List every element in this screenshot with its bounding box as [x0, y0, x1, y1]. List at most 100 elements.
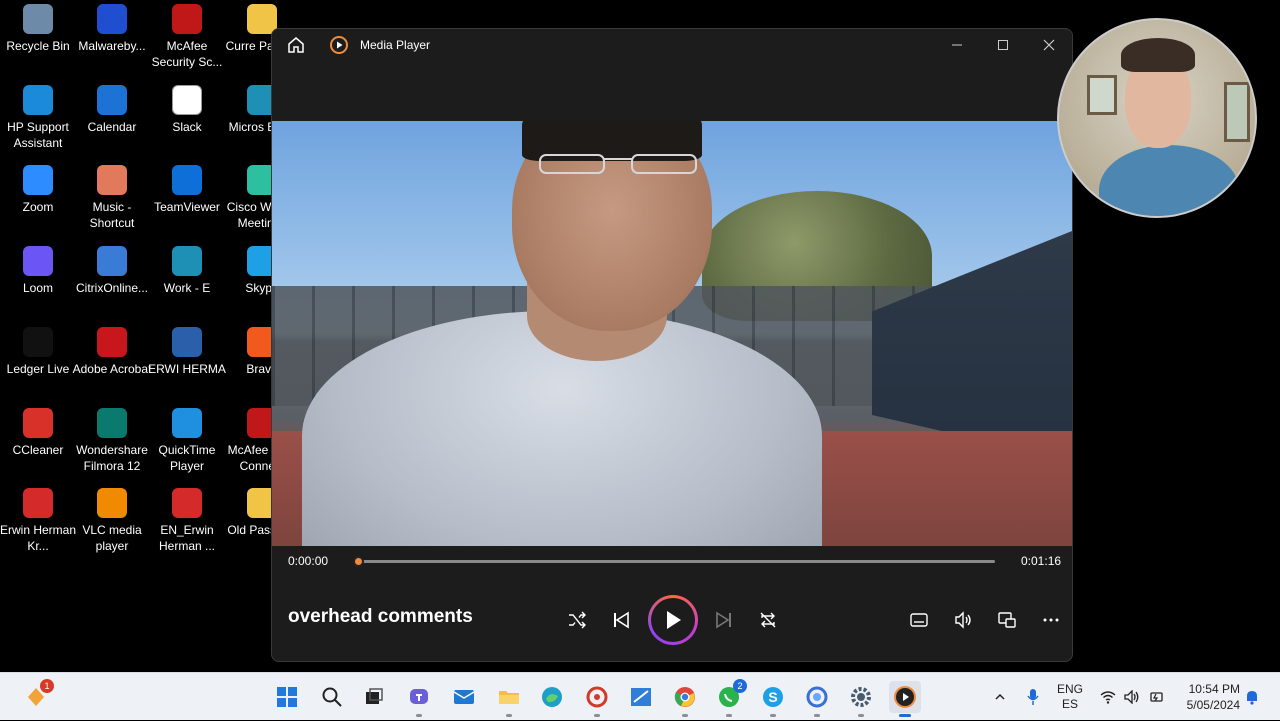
app-red-icon	[586, 686, 608, 708]
minimize-button[interactable]	[934, 29, 980, 61]
clock-time: 10:54 PM	[1188, 682, 1240, 696]
media-player-app-icon	[330, 36, 348, 54]
webcam-person-hair	[1121, 38, 1195, 72]
desktop-icon[interactable]: EN_Erwin Herman ...	[149, 484, 225, 560]
taskbar-whatsapp[interactable]: 2	[713, 679, 747, 717]
language-indicator[interactable]: ENG ES	[1050, 673, 1090, 721]
desktop-icon[interactable]: McAfee Security Sc...	[149, 0, 225, 76]
desktop-icon-label: CCleaner	[12, 443, 64, 457]
music-folder-icon	[97, 165, 127, 195]
desktop-icon[interactable]: TeamViewer	[149, 161, 225, 237]
desktop-icon[interactable]: Music - Shortcut	[74, 161, 150, 237]
desktop-icon[interactable]: Work - E	[149, 242, 225, 318]
home-icon[interactable]	[286, 35, 306, 55]
volume-tray-button[interactable]	[1122, 673, 1142, 721]
taskbar-media-player[interactable]	[889, 681, 921, 717]
desktop-icon[interactable]: Erwin Herman Kr...	[0, 484, 76, 560]
desktop-icon[interactable]: QuickTime Player	[149, 404, 225, 480]
desktop-icon[interactable]: Slack	[149, 81, 225, 157]
whatsapp-badge: 2	[733, 679, 747, 693]
taskbar-teams[interactable]	[403, 681, 435, 717]
desktop-icon[interactable]: VLC media player	[74, 484, 150, 560]
start-button[interactable]	[271, 681, 303, 713]
captions-button[interactable]	[903, 604, 935, 636]
maximize-button[interactable]	[980, 29, 1026, 61]
search-button[interactable]	[316, 681, 348, 713]
shuffle-icon	[569, 611, 586, 629]
microphone-icon	[1027, 689, 1039, 705]
video-frame[interactable]	[272, 121, 1072, 546]
seek-track[interactable]	[353, 556, 995, 567]
media-player-window[interactable]: Media Player 0:00:00 0:01:16 overhead co…	[271, 28, 1073, 662]
microphone-button[interactable]	[1023, 673, 1043, 721]
filmora-icon	[97, 408, 127, 438]
running-indicator	[594, 714, 600, 717]
taskbar-file-explorer[interactable]	[493, 681, 525, 717]
widgets-button[interactable]: 1	[20, 679, 54, 713]
chrome-icon	[674, 687, 695, 707]
repeat-button[interactable]	[752, 604, 784, 636]
mini-player-button[interactable]	[991, 604, 1023, 636]
desktop-icon[interactable]: HP Support Assistant	[0, 81, 76, 157]
desktop-icon-label: Calendar	[87, 120, 137, 134]
current-time: 0:00:00	[288, 554, 329, 568]
desktop-icon[interactable]: ERWI HERMA	[148, 323, 226, 399]
running-indicator	[814, 714, 820, 717]
desktop-icon-label: Recycle Bin	[6, 39, 70, 53]
taskbar-settings[interactable]	[845, 681, 877, 717]
chevron-up-icon	[995, 693, 1005, 700]
desktop-icon[interactable]: Recycle Bin	[0, 0, 76, 76]
desktop-icon[interactable]: Loom	[0, 242, 76, 318]
webcam-overlay[interactable]	[1057, 18, 1257, 218]
desktop-icon[interactable]: CCleaner	[0, 404, 76, 480]
teams-icon	[410, 689, 428, 704]
clock[interactable]: 10:54 PM 5/05/2024	[1174, 673, 1240, 721]
slack-icon	[172, 85, 202, 115]
edge-icon	[542, 687, 562, 707]
desktop-icon[interactable]: Ledger Live	[0, 323, 76, 399]
seek-bar-area: 0:00:00 0:01:16	[272, 546, 1072, 576]
notification-badge: 1	[40, 679, 54, 693]
taskbar-chrome[interactable]	[669, 681, 701, 717]
hp-support-icon	[23, 85, 53, 115]
windows-icon	[277, 687, 297, 707]
volume-button[interactable]	[947, 604, 979, 636]
desktop-icon[interactable]: CitrixOnline...	[74, 242, 150, 318]
skype-icon: S	[763, 687, 783, 707]
notifications-button[interactable]	[1242, 673, 1262, 721]
show-hidden-icons-button[interactable]	[990, 673, 1010, 721]
desktop-icon-label: EN_Erwin Herman ...	[158, 523, 215, 553]
citrix-icon	[97, 246, 127, 276]
desktop-icon[interactable]: Zoom	[0, 161, 76, 237]
title-bar[interactable]: Media Player	[272, 29, 1072, 61]
more-options-button[interactable]	[1035, 604, 1067, 636]
taskbar-mail[interactable]	[448, 681, 480, 713]
seek-thumb[interactable]	[353, 556, 364, 567]
close-button[interactable]	[1026, 29, 1072, 61]
play-button[interactable]	[648, 595, 698, 645]
desktop-icon-label: HP Support Assistant	[7, 120, 69, 150]
desktop-icon[interactable]: Adobe Acrobat	[73, 323, 151, 399]
video-person-glasses	[539, 154, 697, 174]
teamviewer-icon	[172, 165, 202, 195]
battery-button[interactable]	[1146, 673, 1166, 721]
previous-button[interactable]	[605, 604, 637, 636]
desktop-icon[interactable]: Calendar	[74, 81, 150, 157]
desktop-icon[interactable]: Malwareby...	[74, 0, 150, 76]
next-icon	[716, 611, 731, 629]
desktop-icon-label: McAfee Security Sc...	[151, 39, 223, 69]
running-indicator	[682, 714, 688, 717]
taskbar-paint[interactable]	[625, 681, 657, 713]
desktop-icon[interactable]: Wondershare Filmora 12	[74, 404, 150, 480]
taskbar-app-red[interactable]	[581, 681, 613, 717]
next-button[interactable]	[708, 604, 740, 636]
shuffle-button[interactable]	[561, 604, 593, 636]
task-view-button[interactable]	[358, 681, 390, 713]
wifi-button[interactable]	[1098, 673, 1118, 721]
bell-icon	[1247, 691, 1257, 705]
taskbar-app-blue[interactable]	[801, 681, 833, 717]
active-indicator	[899, 714, 911, 717]
taskbar-skype[interactable]: S	[757, 681, 789, 717]
taskbar-edge[interactable]	[536, 681, 568, 713]
speaker-icon	[1124, 690, 1139, 704]
